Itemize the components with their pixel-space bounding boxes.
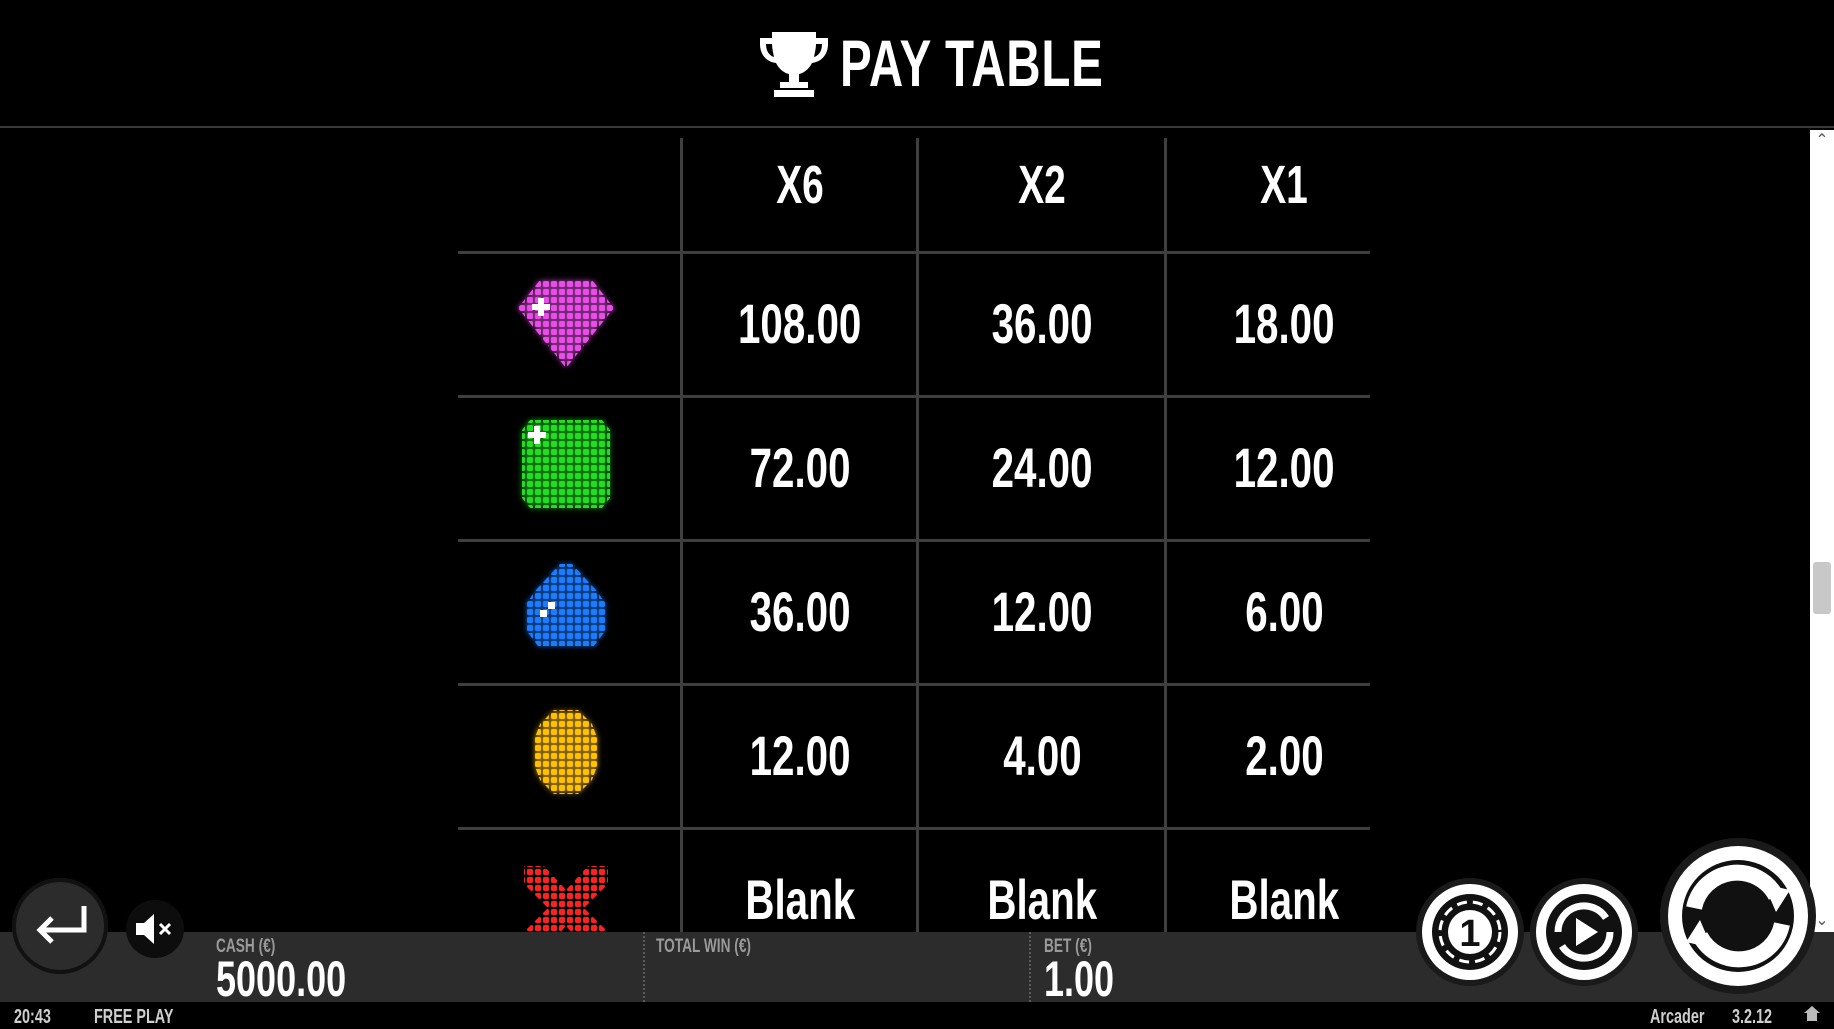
scroll-thumb[interactable] [1813,562,1831,614]
svg-text:1: 1 [1459,913,1480,955]
spin-icon [1682,860,1794,972]
autoplay-icon [1546,894,1622,970]
grid-line [680,138,683,932]
green-gem-icon [522,420,610,508]
trophy-icon [760,32,828,97]
payout-cell: 108.00 [738,292,862,355]
payout-cell: 6.00 [1244,580,1324,643]
total-win-label: TOTAL WIN (€) [656,936,751,957]
column-header-x6: X6 [776,155,824,215]
payout-cell: 4.00 [1002,724,1082,787]
grid-line [458,827,1370,830]
blue-gem-icon [526,564,606,646]
yellow-gem-icon [534,710,598,794]
title-wrap: PAY TABLE [758,18,1206,108]
spin-button[interactable] [1668,846,1808,986]
payout-cell: 36.00 [991,292,1093,355]
payout-cell: 24.00 [991,436,1093,499]
coin-value-button[interactable]: 1 [1422,884,1518,980]
grid-line [458,683,1370,686]
scrollbar[interactable]: ⌃ ⌄ [1810,130,1834,932]
paytable-header: PAY TABLE [0,0,1834,128]
grid-line [458,539,1370,542]
scroll-up-icon[interactable]: ⌃ [1810,130,1834,152]
payout-cell: Blank [1229,868,1339,931]
payout-cell: Blank [745,868,855,931]
bar-divider [1029,932,1031,1002]
payout-cell: Blank [987,868,1097,931]
column-header-x2: X2 [1018,155,1066,215]
back-arrow-icon [36,906,87,944]
back-button[interactable] [12,878,108,974]
bet-value: 1.00 [1044,951,1115,1007]
red-x-icon [524,866,608,932]
bar-divider [643,932,645,1002]
cash-value: 5000.00 [216,951,347,1007]
grid-line [1164,138,1167,932]
payout-cell: 2.00 [1244,724,1324,787]
grid-line [916,138,919,932]
grid-line [458,251,1370,254]
home-icon[interactable] [1802,1003,1822,1029]
purple-gem-icon [518,280,614,368]
payout-cell: 72.00 [749,436,851,499]
mute-button[interactable] [126,900,184,958]
payout-cell: 12.00 [991,580,1093,643]
payout-cell: 12.00 [749,724,851,787]
column-header-x1: X1 [1260,155,1308,215]
payout-cell: 12.00 [1233,436,1335,499]
payout-cell: 36.00 [749,580,851,643]
scroll-down-icon[interactable]: ⌄ [1810,910,1834,932]
status-bar: 20:43 FREE PLAY Arcader 3.2.12 [0,1002,1834,1028]
mute-icon [136,914,172,944]
paytable-grid: X6 X2 X1 108.00 36.00 18.00 72.00 24.00 … [0,130,1810,932]
autoplay-button[interactable] [1536,884,1632,980]
coin-value-icon: 1 [1432,894,1508,970]
page-title: PAY TABLE [840,26,1104,100]
grid-line [458,395,1370,398]
payout-cell: 18.00 [1233,292,1335,355]
